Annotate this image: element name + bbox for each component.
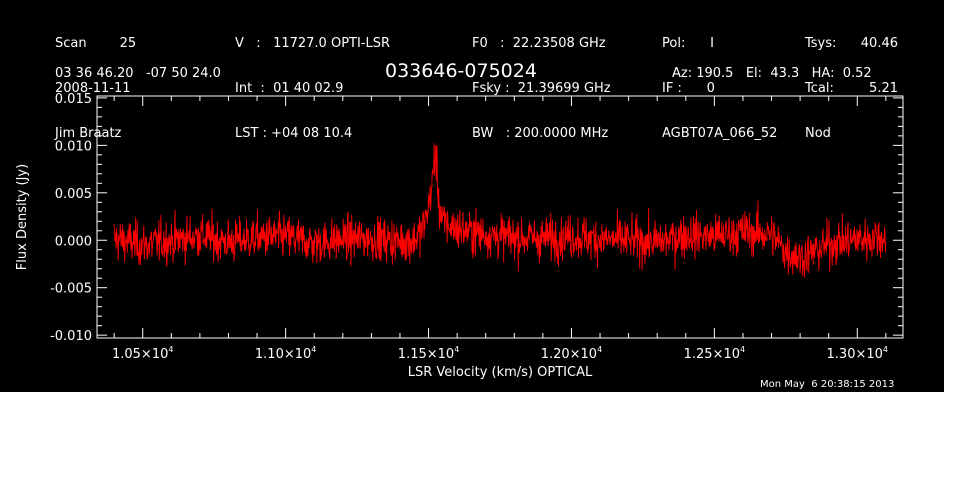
y-tick-label: 0.010 (55, 139, 92, 154)
plot-frame (96, 95, 904, 339)
y-axis-label: Flux Density (Jy) (15, 164, 30, 270)
spectrum-chart: 1.05×104 1.10×104 1.15×104 1.20×104 1.25×104… (15, 92, 904, 380)
y-tick-label: 0.005 (55, 187, 92, 202)
x-axis-label: LSR Velocity (km/s) OPTICAL (408, 365, 593, 380)
x-tick-label: 1.15×104 (398, 345, 459, 362)
y-tick-label: -0.010 (50, 329, 92, 344)
y-tick-label: -0.005 (50, 282, 92, 297)
plot-timestamp: Mon May 6 20:38:15 2013 (760, 379, 895, 390)
x-tick-label: 1.25×104 (684, 345, 745, 362)
plot-panel: Scan 25 2008-11-11 Jim Braatz V : 11727.… (0, 0, 944, 392)
x-tick-label: 1.20×104 (541, 345, 602, 362)
x-tick-label: 1.30×104 (827, 345, 888, 362)
x-tick-label: 1.10×104 (255, 345, 316, 362)
spectrum-series-line (113, 143, 887, 278)
y-tick-label: 0.015 (55, 92, 92, 107)
x-tick-label: 1.05×104 (112, 345, 173, 362)
y-tick-label: 0.000 (55, 234, 92, 249)
